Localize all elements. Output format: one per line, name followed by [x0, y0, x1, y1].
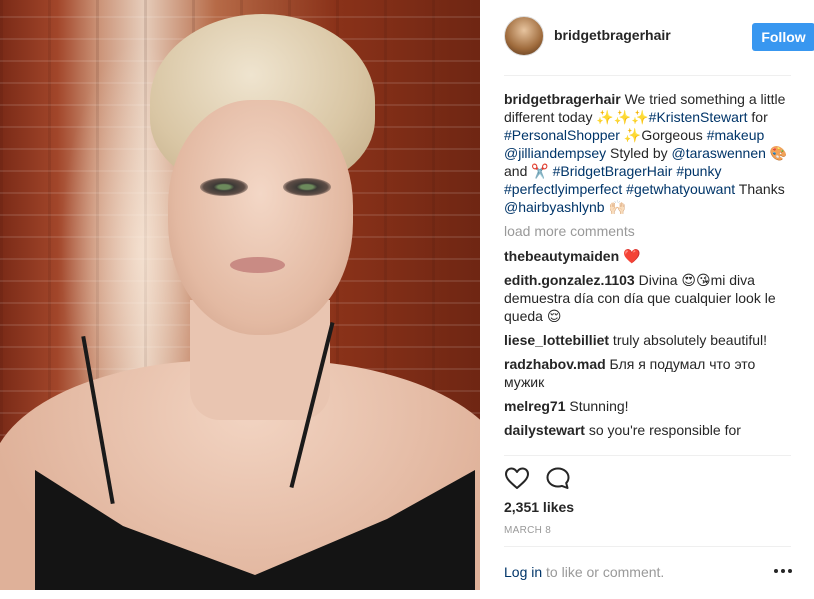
comment-item: radzhabov.mad Бля я подумал что это мужи…: [504, 355, 794, 391]
comment-item: melreg71 Stunning!: [504, 397, 794, 415]
mention-taraswennen[interactable]: @taraswennen: [672, 145, 766, 161]
caption-text: and: [504, 163, 532, 179]
caption-text: Styled by: [606, 145, 672, 161]
comment-text: truly absolutely beautiful!: [609, 332, 768, 348]
hashtag-punky[interactable]: #punky: [676, 163, 721, 179]
instagram-post: bridgetbragerhair Follow bridgetbragerha…: [0, 0, 814, 599]
hashtag-personalshopper[interactable]: #PersonalShopper: [504, 127, 620, 143]
comment-icon[interactable]: [545, 466, 571, 490]
photo-eye-left: [200, 178, 248, 196]
photo-face: [168, 100, 353, 335]
palette-emoji: 🎨: [765, 145, 788, 161]
comment-author[interactable]: thebeautymaiden: [504, 248, 619, 264]
sparkles-emoji: ✨: [619, 127, 642, 143]
mention-hairbyashlynb[interactable]: @hairbyashlynb: [504, 199, 605, 215]
photo-eye-right: [283, 178, 331, 196]
load-more-comments-link[interactable]: load more comments: [504, 222, 794, 240]
more-dot: [781, 569, 785, 573]
comment-author[interactable]: edith.gonzalez.1103: [504, 272, 635, 288]
login-link[interactable]: Log in: [504, 564, 542, 580]
login-prompt-text: to like or comment.: [542, 564, 665, 580]
photo-lips: [230, 257, 285, 273]
follow-button[interactable]: Follow: [752, 23, 814, 51]
actions-divider: [504, 546, 791, 547]
mention-jilliandempsey[interactable]: @jilliandempsey: [504, 145, 606, 161]
hashtag-kristenstewart[interactable]: #KristenStewart: [649, 109, 748, 125]
comment-author[interactable]: melreg71: [504, 398, 565, 414]
caption-text: for: [747, 109, 768, 125]
hashtag-bridgetbragerhair[interactable]: #BridgetBragerHair: [553, 163, 673, 179]
hashtag-perfectlyimperfect[interactable]: #perfectlyimperfect: [504, 181, 622, 197]
comment-author[interactable]: radzhabov.mad: [504, 356, 606, 372]
sparkles-emoji: ✨✨✨: [596, 109, 649, 125]
likes-count[interactable]: 2,351 likes: [504, 499, 574, 515]
comment-author[interactable]: liese_lottebilliet: [504, 332, 609, 348]
post-header: bridgetbragerhair Follow: [504, 16, 814, 58]
post-actions: [504, 466, 791, 490]
comment-author[interactable]: dailystewart: [504, 422, 585, 438]
username-link[interactable]: bridgetbragerhair: [554, 27, 671, 43]
comment-text: so you're responsible for: [584, 422, 741, 438]
post-photo[interactable]: [0, 0, 480, 590]
comment-item: liese_lottebilliet truly absolutely beau…: [504, 331, 794, 349]
comment-item: dailystewart so you're responsible for: [504, 421, 794, 439]
post-sidebar: bridgetbragerhair Follow bridgetbragerha…: [480, 0, 814, 599]
raised-hands-emoji: 🙌🏻: [604, 199, 626, 215]
comment-text: ❤️: [619, 248, 641, 264]
comment-item: thebeautymaiden ❤️: [504, 247, 794, 265]
avatar[interactable]: [504, 16, 544, 56]
heart-icon[interactable]: [504, 466, 530, 490]
more-dot: [788, 569, 792, 573]
caption-text: Thanks: [735, 181, 785, 197]
caption-text: Gorgeous: [641, 127, 707, 143]
comment-item: edith.gonzalez.1103 Divina 😍😘mi diva dem…: [504, 271, 794, 325]
more-dot: [774, 569, 778, 573]
scissors-emoji: ✂️: [531, 163, 549, 179]
login-prompt: Log in to like or comment.: [504, 564, 664, 580]
more-options-icon[interactable]: [774, 567, 792, 575]
hashtag-getwhatyouwant[interactable]: #getwhatyouwant: [626, 181, 735, 197]
post-date[interactable]: MARCH 8: [504, 525, 551, 536]
comments-section: bridgetbragerhair We tried something a l…: [504, 90, 794, 452]
caption: bridgetbragerhair We tried something a l…: [504, 90, 794, 216]
hashtag-makeup[interactable]: #makeup: [707, 127, 765, 143]
comments-divider: [504, 455, 791, 456]
header-divider: [504, 75, 791, 76]
comment-text: Stunning!: [565, 398, 629, 414]
caption-author[interactable]: bridgetbragerhair: [504, 91, 621, 107]
